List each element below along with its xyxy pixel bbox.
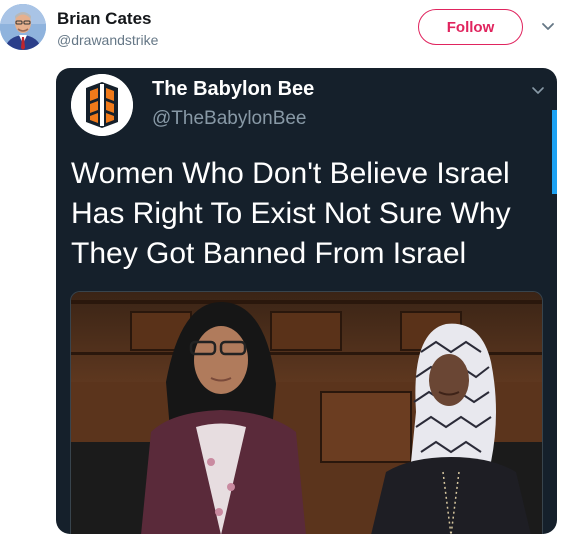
author-handle[interactable]: @drawandstrike: [57, 32, 158, 48]
babylon-bee-logo[interactable]: [71, 74, 133, 136]
quoted-author-handle[interactable]: @TheBabylonBee: [152, 108, 307, 130]
quoted-tweet-card[interactable]: The Babylon Bee @TheBabylonBee Women Who…: [56, 68, 557, 534]
scroll-accent-bar: [552, 110, 557, 194]
avatar[interactable]: [0, 4, 46, 50]
chevron-down-icon[interactable]: [540, 18, 556, 34]
quoted-author-name[interactable]: The Babylon Bee: [152, 78, 314, 101]
card-chevron-down-icon[interactable]: [531, 83, 545, 97]
quoted-headline: Women Who Don't Believe Israel Has Right…: [71, 157, 511, 270]
author-name[interactable]: Brian Cates: [57, 9, 151, 29]
follow-button[interactable]: Follow: [418, 9, 523, 45]
article-photo[interactable]: [70, 291, 543, 534]
